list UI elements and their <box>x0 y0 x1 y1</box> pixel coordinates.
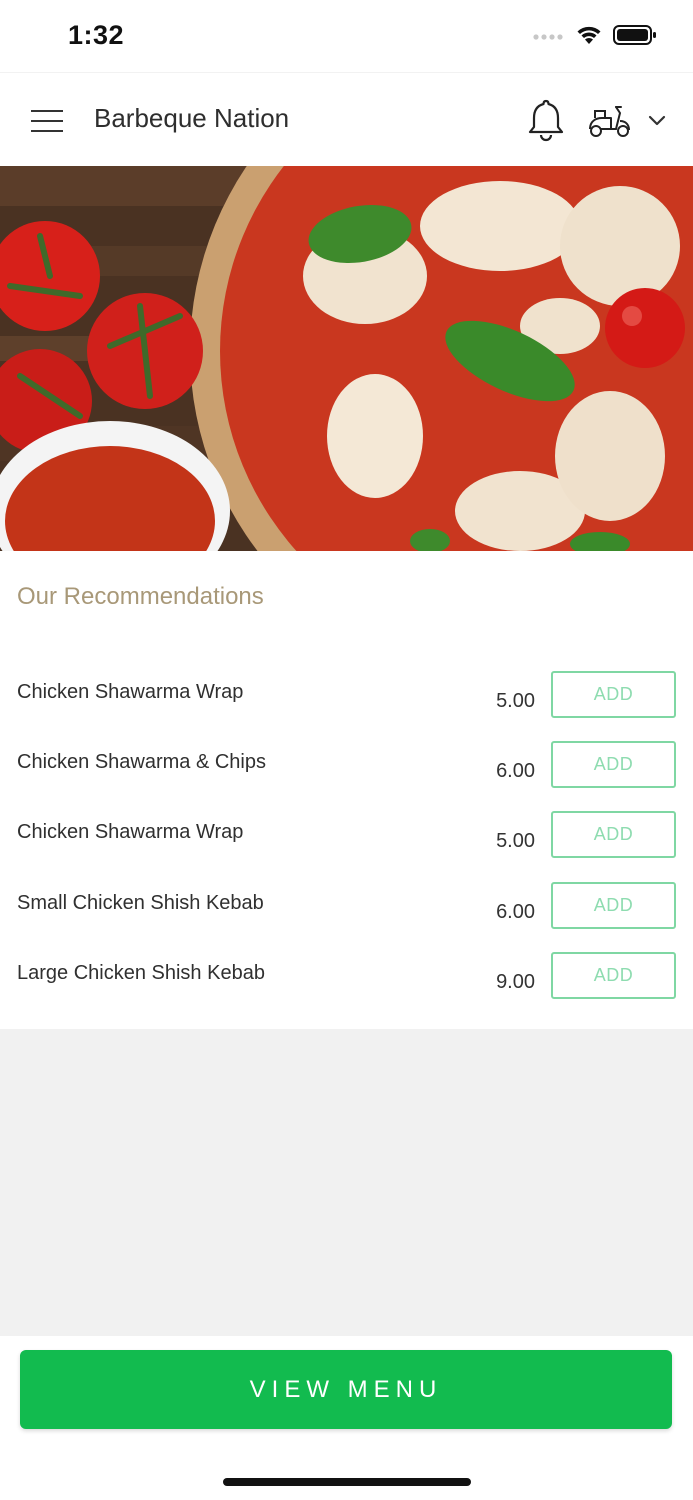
app-header: Barbeque Nation <box>0 72 693 167</box>
recommendation-item: Chicken Shawarma Wrap 5.00 ADD <box>0 671 693 741</box>
item-name: Chicken Shawarma Wrap <box>17 681 244 703</box>
item-name: Small Chicken Shish Kebab <box>17 892 264 914</box>
add-button[interactable]: ADD <box>551 671 676 718</box>
recommendations-section: Our Recommendations Chicken Shawarma Wra… <box>0 551 693 1029</box>
add-button[interactable]: ADD <box>551 882 676 929</box>
signal-icon <box>533 29 565 47</box>
item-price: 5.00 <box>496 830 535 852</box>
item-price: 6.00 <box>496 901 535 923</box>
recommendation-item: Small Chicken Shish Kebab 6.00 ADD <box>0 882 693 952</box>
recommendation-item: Chicken Shawarma & Chips 6.00 ADD <box>0 741 693 811</box>
wifi-icon <box>575 24 603 51</box>
item-name: Chicken Shawarma & Chips <box>17 751 266 773</box>
view-menu-button[interactable]: VIEW MENU <box>20 1350 672 1429</box>
restaurant-title: Barbeque Nation <box>94 103 290 133</box>
add-button[interactable]: ADD <box>551 952 676 999</box>
chevron-down-icon[interactable] <box>644 111 670 131</box>
hamburger-menu-icon[interactable] <box>28 101 68 141</box>
hero-pizza-image <box>0 166 693 551</box>
recommendation-item: Chicken Shawarma Wrap 5.00 ADD <box>0 811 693 881</box>
scooter-icon[interactable] <box>586 101 632 141</box>
status-time: 1:32 <box>68 20 125 50</box>
item-name: Chicken Shawarma Wrap <box>17 821 244 843</box>
bell-icon[interactable] <box>524 97 568 143</box>
recommendation-item: Large Chicken Shish Kebab 9.00 ADD <box>0 952 693 1022</box>
bottom-bar: VIEW MENU <box>0 1336 693 1500</box>
add-button[interactable]: ADD <box>551 741 676 788</box>
status-bar: 1:32 <box>0 0 693 72</box>
section-title: Our Recommendations <box>17 583 264 610</box>
item-price: 6.00 <box>496 760 535 782</box>
item-price: 9.00 <box>496 971 535 993</box>
item-name: Large Chicken Shish Kebab <box>17 962 265 984</box>
item-price: 5.00 <box>496 690 535 712</box>
add-button[interactable]: ADD <box>551 811 676 858</box>
battery-icon <box>613 24 657 51</box>
home-indicator[interactable] <box>223 1478 471 1486</box>
status-icons <box>533 24 657 51</box>
